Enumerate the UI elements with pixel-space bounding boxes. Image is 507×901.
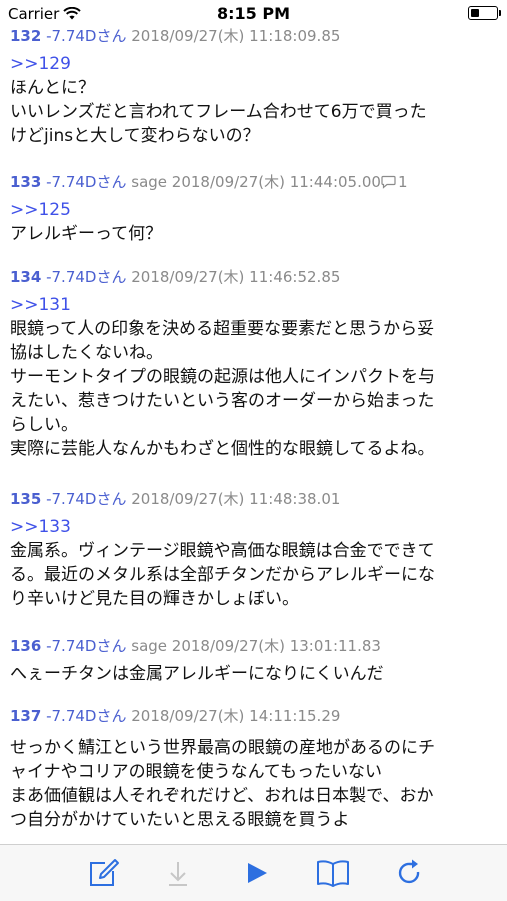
post-body: せっかく鯖江という世界最高の眼鏡の産地があるのにチ ャイナやコリアの眼鏡を使うな… [10,736,502,832]
download-button[interactable] [160,857,196,893]
book-icon [316,859,350,891]
post-author[interactable]: -7.74Dさん [46,490,126,508]
post-author[interactable]: -7.74Dさん [46,27,126,45]
post-date: 2018/09/27(木) 11:46:52.85 [131,268,341,286]
post-line: らしい。 [10,415,78,435]
post-number[interactable]: 134 [10,268,41,286]
post-body: >>125 アレルギーって何？ [10,198,502,246]
post-date: 2018/09/27(木) 11:18:09.85 [131,27,341,45]
post-date: 2018/09/27(木) 11:44:05.00 [171,173,381,191]
battery-icon [468,6,501,20]
post-number[interactable]: 133 [10,173,41,191]
post-body: >>131 眼鏡って人の印象を決める超重要な要素だと思うから妥 協はしたくないね… [10,293,502,461]
post-line: 眼鏡って人の印象を決める超重要な要素だと思うから妥 [10,319,435,339]
post: 136 -7.74Dさん sage 2018/09/27(木) 13:01:11… [10,636,502,686]
post-header: 135 -7.74Dさん 2018/09/27(木) 11:48:38.01 [10,489,502,509]
compose-button[interactable] [86,857,122,893]
play-button[interactable] [239,857,275,893]
post: 137 -7.74Dさん 2018/09/27(木) 14:11:15.29 せ… [10,706,502,832]
post-header: 132 -7.74Dさん 2018/09/27(木) 11:18:09.85 [10,26,502,46]
post-header: 133 -7.74Dさん sage 2018/09/27(木) 11:44:05… [10,172,502,192]
bottom-toolbar [0,844,507,901]
reply-anchor-link[interactable]: >>129 [10,52,502,76]
download-icon [167,859,189,891]
status-time: 8:15 PM [216,4,290,23]
post-body: >>129 ほんとに？ いいレンズだと言われてフレーム合わせて6万で買った けど… [10,52,502,148]
post-author[interactable]: -7.74Dさん [46,268,126,286]
reply-anchor-link[interactable]: >>125 [10,198,502,222]
post-number[interactable]: 132 [10,27,41,45]
post-line: サーモントタイプの眼鏡の起源は他人にインパクトを与 [10,367,435,387]
post-date: 2018/09/27(木) 14:11:15.29 [131,707,341,725]
post-number[interactable]: 135 [10,490,41,508]
play-icon [245,861,269,889]
reply-anchor-link[interactable]: >>133 [10,515,502,539]
reply-count[interactable]: 1 [398,173,408,191]
post-line: まあ価値観は人それぞれだけど、おれは日本製で、おか [10,786,434,806]
post-line: り辛いけど見た目の輝きかしょぼい。 [10,589,299,609]
post-author[interactable]: -7.74Dさん [46,707,126,725]
refresh-icon [397,859,423,891]
post-line: アレルギーって何？ [10,224,163,244]
post-number[interactable]: 137 [10,707,41,725]
post: 135 -7.74Dさん 2018/09/27(木) 11:48:38.01 >… [10,489,502,611]
post-author[interactable]: -7.74Dさん [46,173,126,191]
refresh-button[interactable] [392,857,428,893]
post-header: 136 -7.74Dさん sage 2018/09/27(木) 13:01:11… [10,636,502,656]
compose-icon [88,858,120,892]
post-line: けどjinsと大して変わらないの？ [10,126,260,146]
post-date: 2018/09/27(木) 13:01:11.83 [171,637,381,655]
post-body: へぇーチタンは金属アレルギーになりにくいんだ [10,662,502,686]
post-author[interactable]: -7.74Dさん [46,637,126,655]
post-body: >>133 金属系。ヴィンテージ眼鏡や高価な眼鏡は合金でできて る。最近のメタル… [10,515,502,611]
post: 133 -7.74Dさん sage 2018/09/27(木) 11:44:05… [10,172,502,246]
post-line: せっかく鯖江という世界最高の眼鏡の産地があるのにチ [10,738,435,758]
post-line: 実際に芸能人なんかもわざと個性的な眼鏡してるよね。 [10,439,435,459]
post-line: ャイナやコリアの眼鏡を使うなんてもったいない [10,762,382,782]
post-number[interactable]: 136 [10,637,41,655]
post-line: えたい、惹きつけたいという客のオーダーから始まった [10,391,435,411]
post-mail: sage [131,173,168,191]
reply-anchor-link[interactable]: >>131 [10,293,502,317]
bookmarks-button[interactable] [315,857,351,893]
post-date: 2018/09/27(木) 11:48:38.01 [131,490,341,508]
post-line: つ自分がかけていたいと思える眼鏡を買うよ [10,810,350,830]
post-line: いいレンズだと言われてフレーム合わせて6万で買った [10,102,427,122]
post-header: 134 -7.74Dさん 2018/09/27(木) 11:46:52.85 [10,267,502,287]
post-line: 協はしたくないね。 [10,343,163,363]
reply-bubble-icon[interactable] [381,174,396,194]
post-header: 137 -7.74Dさん 2018/09/27(木) 14:11:15.29 [10,706,502,726]
thread-view[interactable]: 132 -7.74Dさん 2018/09/27(木) 11:18:09.85 >… [0,26,507,844]
post: 132 -7.74Dさん 2018/09/27(木) 11:18:09.85 >… [10,26,502,148]
status-bar: Carrier 8:15 PM [0,0,507,26]
post-mail: sage [131,637,168,655]
post-line: 金属系。ヴィンテージ眼鏡や高価な眼鏡は合金でできて [10,541,435,561]
post-line: ほんとに？ [10,78,95,98]
post-line: る。最近のメタル系は全部チタンだからアレルギーにな [10,565,435,585]
post-line: へぇーチタンは金属アレルギーになりにくいんだ [10,664,384,684]
battery-level [471,9,479,17]
post: 134 -7.74Dさん 2018/09/27(木) 11:46:52.85 >… [10,267,502,461]
